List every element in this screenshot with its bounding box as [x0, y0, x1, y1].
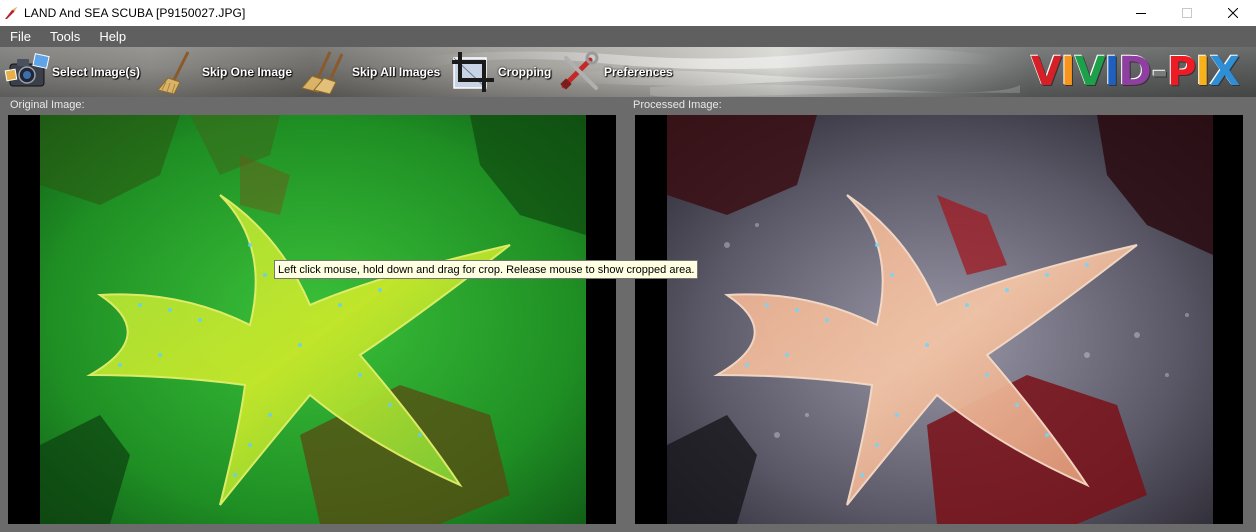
window-title: LAND And SEA SCUBA [P9150027.JPG]: [24, 6, 246, 20]
logo-letter: V: [1030, 49, 1062, 95]
cropping-label: Cropping: [498, 65, 552, 79]
logo-letter: I: [1060, 49, 1076, 95]
tools-icon: [556, 50, 604, 94]
maximize-button[interactable]: [1164, 0, 1210, 26]
logo-letter: I: [1195, 49, 1210, 95]
select-images-button[interactable]: Select Image(s): [4, 47, 140, 97]
menu-help[interactable]: Help: [89, 26, 135, 47]
preferences-button[interactable]: Preferences: [556, 47, 673, 97]
logo-letter: P: [1167, 49, 1196, 95]
toolbar: Select Image(s) Skip One Image Skip All …: [0, 47, 1256, 97]
skip-all-images-label: Skip All Images: [352, 65, 441, 79]
processed-image[interactable]: [667, 115, 1213, 524]
logo-letter: X: [1209, 49, 1240, 95]
double-broom-icon: [300, 50, 348, 95]
logo-letter: V: [1074, 49, 1106, 95]
close-icon: [1228, 8, 1238, 18]
menu-bar: File Tools Help: [0, 26, 1256, 47]
skip-all-images-button[interactable]: Skip All Images: [300, 47, 440, 97]
original-image-panel[interactable]: [8, 115, 616, 524]
close-button[interactable]: [1210, 0, 1256, 26]
logo-letter: D: [1118, 49, 1153, 95]
broom-icon: [152, 50, 200, 95]
skip-one-image-label: Skip One Image: [202, 65, 293, 79]
original-image[interactable]: [40, 115, 586, 524]
vivid-pix-logo-text: VIVID-PIX: [1030, 49, 1240, 95]
preferences-label: Preferences: [604, 65, 673, 79]
title-bar: LAND And SEA SCUBA [P9150027.JPG]: [0, 0, 1256, 26]
window-controls: [1118, 0, 1256, 26]
menu-file[interactable]: File: [0, 26, 40, 47]
original-image-label: Original Image:: [10, 99, 85, 111]
crop-tooltip: Left click mouse, hold down and drag for…: [274, 260, 699, 279]
logo-letter: -: [1151, 49, 1169, 95]
logo-letter: I: [1104, 49, 1120, 95]
menu-tools[interactable]: Tools: [40, 26, 89, 47]
app-icon: [3, 5, 19, 21]
processed-image-label: Processed Image:: [633, 99, 722, 111]
minimize-button[interactable]: [1118, 0, 1164, 26]
minimize-icon: [1136, 13, 1146, 14]
select-images-label: Select Image(s): [52, 65, 141, 79]
vivid-pix-logo: VIVID-PIX: [1018, 50, 1252, 94]
processed-image-panel[interactable]: [635, 115, 1243, 524]
skip-one-image-button[interactable]: Skip One Image: [152, 47, 292, 97]
camera-icon: [4, 50, 52, 94]
crop-icon: [450, 50, 498, 94]
maximize-icon: [1182, 8, 1192, 18]
app-window: LAND And SEA SCUBA [P9150027.JPG] File T…: [0, 0, 1256, 532]
cropping-button[interactable]: Cropping: [450, 47, 551, 97]
